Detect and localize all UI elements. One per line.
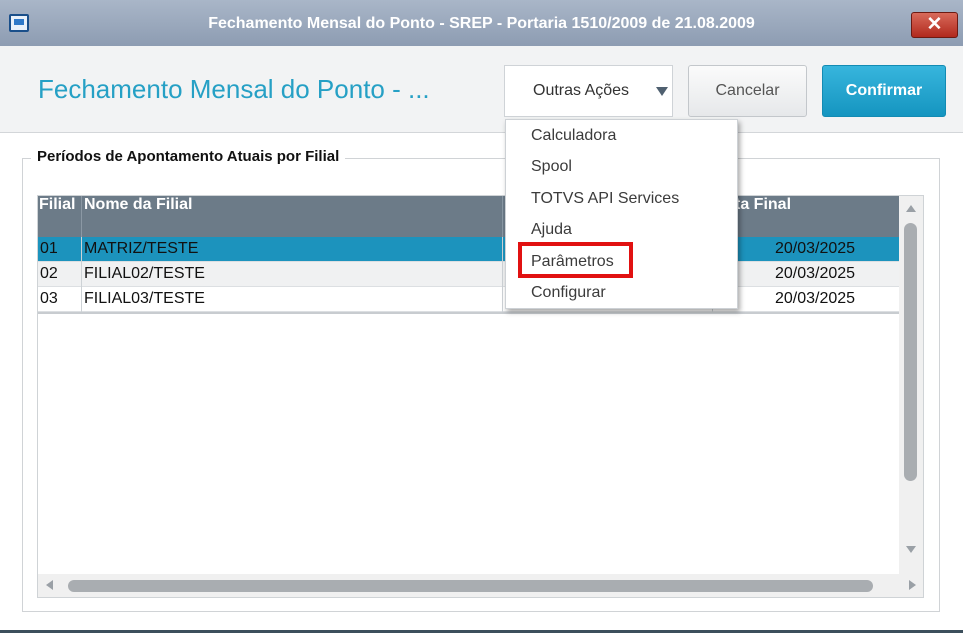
vertical-scroll-thumb[interactable] [904, 223, 917, 481]
column-header-nome-filial[interactable]: Nome da Filial [82, 196, 503, 237]
close-button[interactable]: ✕ [911, 12, 958, 38]
cell-nome-filial: MATRIZ/TESTE [82, 237, 503, 262]
table-row[interactable]: 02 FILIAL02/TESTE 20/03/2025 [38, 262, 899, 287]
scroll-down-icon[interactable] [906, 546, 916, 553]
cell-data-final: 20/03/2025 [775, 265, 856, 282]
window-title: Fechamento Mensal do Ponto - SREP - Port… [208, 15, 755, 32]
cell-filial: 03 [38, 287, 82, 312]
horizontal-scroll-thumb[interactable] [68, 580, 873, 592]
caret-down-icon [656, 87, 668, 96]
scroll-up-icon[interactable] [906, 205, 916, 212]
cell-nome-filial: FILIAL02/TESTE [82, 262, 503, 287]
menu-item-configurar[interactable]: Configurar [531, 284, 606, 302]
periods-grid[interactable]: Filial Nome da Filial ta Final 01 MATRIZ… [37, 195, 924, 598]
cell-filial: 02 [38, 262, 82, 287]
periods-group-title: Períodos de Apontamento Atuais por Filia… [31, 148, 346, 165]
scroll-right-icon[interactable] [909, 580, 916, 590]
vertical-scrollbar[interactable] [899, 196, 923, 574]
horizontal-scrollbar[interactable] [38, 574, 923, 597]
table-row[interactable]: 03 FILIAL03/TESTE 20/03/2025 [38, 287, 899, 312]
column-header-data-final[interactable]: ta Final [713, 196, 899, 237]
confirm-button[interactable]: Confirmar [822, 65, 946, 117]
scroll-left-icon[interactable] [46, 580, 53, 590]
menu-item-spool[interactable]: Spool [531, 158, 572, 176]
menu-item-ajuda[interactable]: Ajuda [531, 221, 572, 239]
cell-data-final: 20/03/2025 [775, 240, 856, 257]
cell-data-final: 20/03/2025 [775, 290, 856, 307]
dialog-header: Fechamento Mensal do Ponto - ... Outras … [0, 46, 963, 133]
other-actions-menu: Calculadora Spool TOTVS API Services Aju… [505, 119, 738, 309]
grid-divider [38, 312, 899, 314]
table-row[interactable]: 01 MATRIZ/TESTE 20/03/2025 [38, 237, 899, 262]
menu-item-calculadora[interactable]: Calculadora [531, 127, 616, 145]
cancel-button[interactable]: Cancelar [688, 65, 807, 117]
page-title: Fechamento Mensal do Ponto - ... [38, 74, 430, 104]
grid-header: Filial Nome da Filial ta Final [38, 196, 899, 237]
other-actions-label: Outras Ações [533, 82, 630, 99]
column-header-filial[interactable]: Filial [38, 196, 82, 237]
cell-nome-filial: FILIAL03/TESTE [82, 287, 503, 312]
highlight-box [518, 242, 633, 278]
cell-filial: 01 [38, 237, 82, 262]
other-actions-button[interactable]: Outras Ações [504, 65, 673, 117]
menu-item-totvs-api-services[interactable]: TOTVS API Services [531, 190, 679, 208]
title-bar: Fechamento Mensal do Ponto - SREP - Port… [0, 0, 963, 46]
